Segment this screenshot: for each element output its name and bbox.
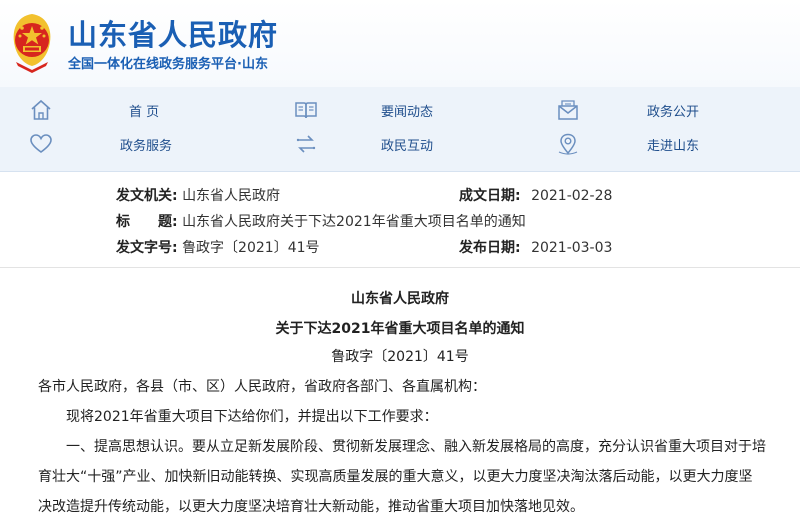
meta-issuer-label: 发文机关: — [116, 188, 178, 204]
national-emblem-icon — [13, 14, 51, 73]
site-subtitle: 全国一体化在线政务服务平台·山东 — [68, 57, 268, 72]
exchange-icon — [296, 135, 316, 153]
main-nav: 首 页 要闻动态 政务公开 政务服务 政民互动 走进山东 — [0, 87, 800, 172]
meta-issuer-value: 山东省人民政府 — [182, 188, 281, 204]
nav-item-home[interactable]: 首 页 — [28, 95, 178, 125]
mail-icon — [558, 100, 578, 120]
meta-title: 标 题: 山东省人民政府关于下达2021年省重大项目名单的通知 — [116, 211, 526, 235]
location-icon — [558, 133, 578, 155]
meta-pubdate: 发布日期: 2021-03-03 — [459, 237, 612, 261]
home-icon — [31, 99, 51, 120]
doc-org: 山东省人民政府 — [351, 291, 449, 307]
nav-label-gov-open: 政务公开 — [647, 105, 700, 120]
doc-paragraph-1: 现将2021年省重大项目下达给你们，并提出以下工作要求： — [66, 409, 438, 425]
doc-paragraph-2-line-2: 育壮大“十强”产业、加快新旧动能转换、实现高质量发展的重大意义，以更大力度坚决淘… — [38, 469, 753, 485]
book-icon — [295, 102, 317, 119]
meta-issuer: 发文机关: 山东省人民政府 — [116, 185, 280, 209]
doc-addressee: 各市人民政府，各县（市、区）人民政府，省政府各部门、各直属机构： — [38, 379, 486, 395]
nav-item-news[interactable]: 要闻动态 — [293, 95, 453, 125]
site-title[interactable]: 山东省人民政府 — [68, 12, 278, 54]
nav-label-news: 要闻动态 — [381, 105, 434, 120]
meta-date-value: 2021-02-28 — [531, 188, 613, 204]
nav-item-gov-service[interactable]: 政务服务 — [28, 129, 178, 159]
meta-title-value: 山东省人民政府关于下达2021年省重大项目名单的通知 — [182, 214, 526, 230]
doc-paragraph-2-line-1: 一、提高思想认识。要从立足新发展阶段、贯彻新发展理念、融入新发展格局的高度，充分… — [66, 439, 766, 455]
document-meta: 发文机关: 山东省人民政府 成文日期: 2021-02-28 标 题: 山东省人… — [0, 172, 800, 268]
doc-number: 鲁政字〔2021〕41号 — [331, 349, 469, 365]
doc-title: 关于下达2021年省重大项目名单的通知 — [275, 321, 525, 337]
heart-icon — [30, 134, 52, 153]
meta-docno: 发文字号: 鲁政字〔2021〕41号 — [116, 237, 320, 261]
nav-label-gov-service: 政务服务 — [120, 139, 173, 154]
meta-title-label: 标 题: — [116, 214, 178, 230]
meta-pubdate-label: 发布日期: — [459, 240, 521, 256]
document-body: 山东省人民政府 关于下达2021年省重大项目名单的通知 鲁政字〔2021〕41号… — [0, 268, 800, 521]
meta-docno-value: 鲁政字〔2021〕41号 — [182, 240, 320, 256]
site-header: 山东省人民政府 全国一体化在线政务服务平台·山东 — [0, 0, 800, 87]
nav-label-home: 首 页 — [129, 105, 160, 120]
meta-date-label: 成文日期: — [459, 188, 521, 204]
nav-label-shandong: 走进山东 — [647, 139, 700, 154]
doc-paragraph-2-line-3: 决改造提升传统动能，以更大力度坚决培育壮大新动能，推动省重大项目加快落地见效。 — [38, 499, 584, 515]
nav-item-shandong[interactable]: 走进山东 — [555, 129, 705, 159]
nav-label-interaction: 政民互动 — [381, 139, 434, 154]
meta-pubdate-value: 2021-03-03 — [531, 240, 613, 256]
meta-date: 成文日期: 2021-02-28 — [459, 185, 612, 209]
meta-docno-label: 发文字号: — [116, 240, 178, 256]
nav-item-interaction[interactable]: 政民互动 — [293, 129, 453, 159]
nav-item-gov-open[interactable]: 政务公开 — [555, 95, 705, 125]
